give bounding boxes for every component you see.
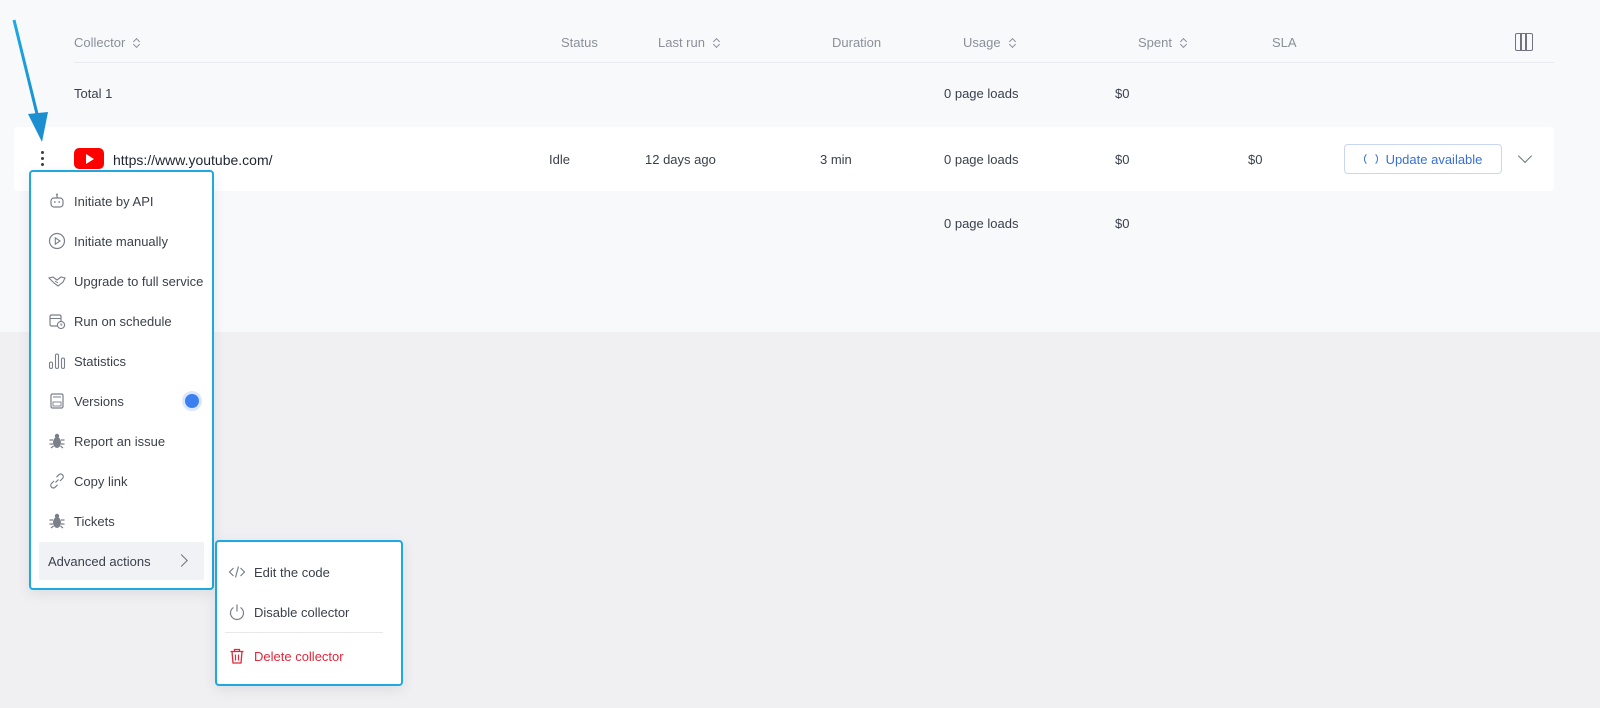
row-usage: 0 page loads <box>944 152 1019 167</box>
row-sla: $0 <box>1248 152 1263 167</box>
versions-icon <box>48 392 66 410</box>
pointer-arrow-icon <box>12 19 48 142</box>
header-duration: Duration <box>832 35 881 50</box>
summary-row: 0 page loads $0 <box>74 216 1554 236</box>
calendar-clock-icon <box>48 312 66 330</box>
menu-item-label: Versions <box>74 393 124 409</box>
header-sla: SLA <box>1272 35 1297 50</box>
collector-context-menu: Initiate by API Initiate manually Upgrad… <box>29 170 214 590</box>
trash-icon <box>228 647 246 665</box>
advanced-actions-submenu: Edit the code Disable collector Delete c… <box>215 540 403 686</box>
menu-item-label: Report an issue <box>74 433 166 449</box>
header-status-label: Status <box>561 35 598 50</box>
total-row: Total 1 0 page loads $0 <box>74 86 1554 106</box>
menu-item-label: Run on schedule <box>74 313 172 329</box>
new-badge-dot <box>185 394 199 408</box>
header-last-run-label: Last run <box>658 35 705 50</box>
menu-item-initiate-manually[interactable]: Initiate manually <box>39 225 204 257</box>
summary-usage: 0 page loads <box>944 216 1019 231</box>
header-usage-label: Usage <box>963 35 1001 50</box>
kebab-menu-icon[interactable] <box>40 151 46 167</box>
menu-item-run-on-schedule[interactable]: Run on schedule <box>39 305 204 337</box>
menu-item-delete-collector[interactable]: Delete collector <box>225 640 395 672</box>
menu-item-label: Tickets <box>74 513 115 529</box>
chevron-right-icon <box>175 554 188 567</box>
sort-icon <box>1009 37 1017 49</box>
row-spent: $0 <box>1115 152 1130 167</box>
menu-item-label: Statistics <box>74 353 127 369</box>
row-status: Idle <box>549 152 570 167</box>
code-icon <box>228 563 246 581</box>
menu-item-label: Disable collector <box>254 604 350 620</box>
header-spent-label: Spent <box>1138 35 1172 50</box>
menu-item-label: Initiate by API <box>74 193 154 209</box>
menu-item-label: Initiate manually <box>74 233 168 249</box>
menu-item-report-issue[interactable]: Report an issue <box>39 425 204 457</box>
bug-icon <box>48 512 66 530</box>
header-collector[interactable]: Collector <box>74 35 141 50</box>
header-duration-label: Duration <box>832 35 882 50</box>
bar-chart-icon <box>48 352 66 370</box>
refresh-icon <box>1363 152 1378 166</box>
row-duration: 3 min <box>820 152 852 167</box>
sort-icon <box>1180 37 1188 49</box>
update-available-button[interactable]: Update available <box>1344 144 1502 174</box>
menu-item-statistics[interactable]: Statistics <box>39 345 204 377</box>
menu-item-advanced-actions[interactable]: Advanced actions <box>39 542 204 580</box>
header-spent[interactable]: Spent <box>1138 35 1188 50</box>
power-icon <box>228 603 246 621</box>
total-label: Total 1 <box>74 86 113 101</box>
menu-item-upgrade[interactable]: Upgrade to full service <box>39 265 204 297</box>
header-last-run[interactable]: Last run <box>658 35 721 50</box>
summary-spent: $0 <box>1115 216 1130 231</box>
menu-item-label: Upgrade to full service <box>74 273 204 289</box>
menu-item-versions[interactable]: Versions <box>39 385 204 417</box>
menu-item-initiate-by-api[interactable]: Initiate by API <box>39 185 204 217</box>
collectors-table-panel: Collector Status Last run Duration Usage… <box>0 0 1600 332</box>
menu-divider <box>225 632 383 633</box>
total-spent: $0 <box>1115 86 1130 101</box>
bug-icon <box>48 432 66 450</box>
youtube-logo-icon <box>74 148 104 169</box>
page: Collector Status Last run Duration Usage… <box>0 0 1600 708</box>
menu-item-tickets[interactable]: Tickets <box>39 505 204 537</box>
row-last-run: 12 days ago <box>645 152 716 167</box>
sort-icon <box>133 37 141 49</box>
column-settings-button[interactable] <box>1515 33 1533 51</box>
header-usage[interactable]: Usage <box>963 35 1017 50</box>
chevron-down-icon[interactable] <box>1517 148 1533 164</box>
collector-url[interactable]: https://www.youtube.com/ <box>113 152 273 168</box>
header-status: Status <box>561 35 598 50</box>
menu-item-label: Copy link <box>74 473 128 489</box>
header-collector-label: Collector <box>74 35 126 50</box>
header-sla-label: SLA <box>1272 35 1297 50</box>
handshake-icon <box>48 272 66 290</box>
menu-item-label: Delete collector <box>254 648 344 664</box>
table-row[interactable]: https://www.youtube.com/ Idle 12 days ag… <box>14 127 1554 191</box>
menu-item-label: Advanced actions <box>48 553 151 569</box>
columns-icon <box>1515 33 1533 51</box>
robot-icon <box>48 192 66 210</box>
menu-item-disable-collector[interactable]: Disable collector <box>225 596 395 628</box>
update-available-label: Update available <box>1385 151 1483 167</box>
menu-item-copy-link[interactable]: Copy link <box>39 465 204 497</box>
play-circle-icon <box>48 232 66 250</box>
link-icon <box>48 472 66 490</box>
total-usage: 0 page loads <box>944 86 1019 101</box>
sort-icon <box>713 37 721 49</box>
table-header: Collector Status Last run Duration Usage… <box>74 33 1554 63</box>
menu-item-edit-code[interactable]: Edit the code <box>225 556 395 588</box>
menu-item-label: Edit the code <box>254 564 330 580</box>
